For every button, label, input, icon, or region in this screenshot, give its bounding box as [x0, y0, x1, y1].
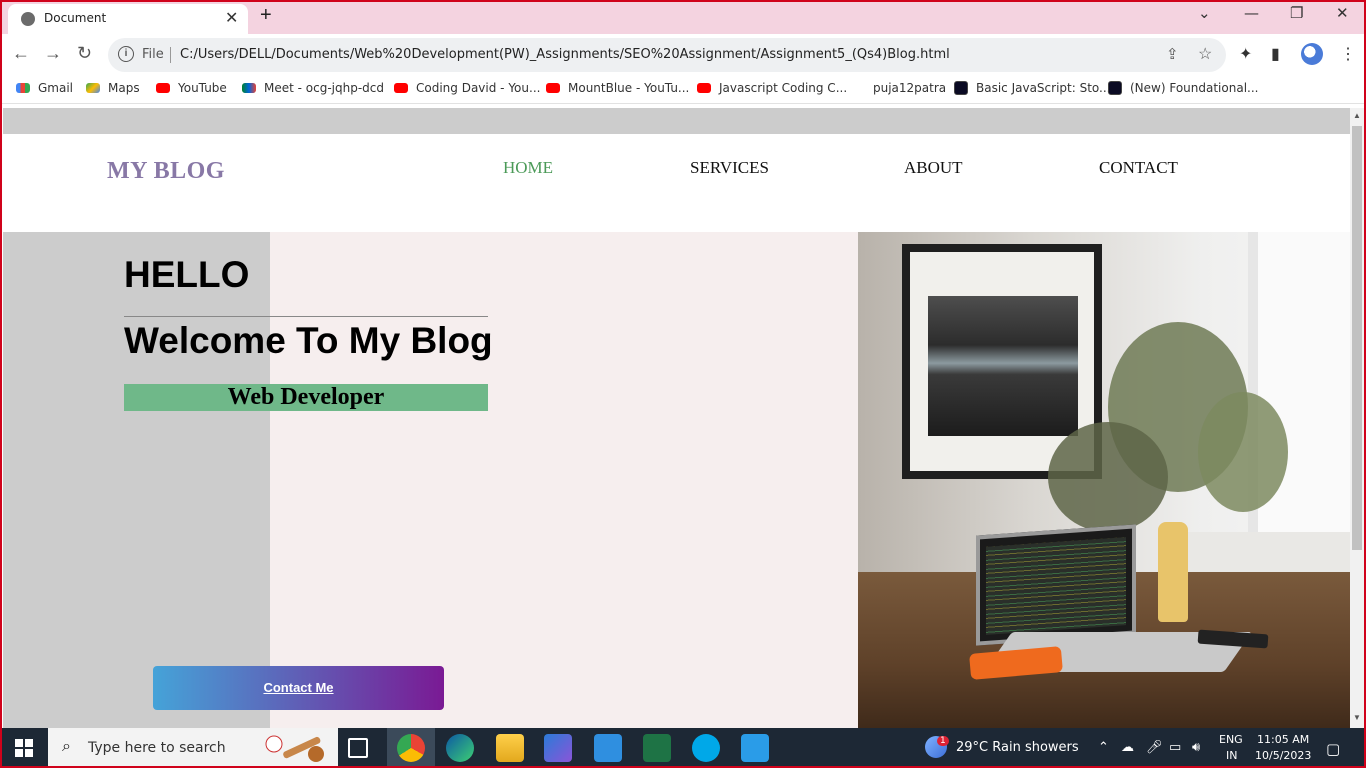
- taskbar: ⌕ Type here to search 1 29°C Rain shower…: [0, 728, 1366, 768]
- excel-icon[interactable]: [643, 734, 671, 762]
- bookmark-youtube[interactable]: YouTube: [156, 81, 227, 95]
- search-placeholder: Type here to search: [88, 740, 226, 756]
- top-band: [3, 108, 1350, 134]
- bookmark-mountblue[interactable]: MountBlue - YouTu...: [546, 81, 689, 95]
- nav-contact[interactable]: CONTACT: [1099, 158, 1178, 178]
- mail-icon[interactable]: [594, 734, 622, 762]
- back-icon[interactable]: ←: [12, 43, 30, 64]
- tab-search-chevron-icon[interactable]: ⌄: [1198, 4, 1211, 22]
- notifications-icon[interactable]: ▢: [1326, 740, 1340, 758]
- new-tab-icon[interactable]: +: [260, 4, 272, 27]
- hero-greeting: HELLO: [124, 254, 250, 295]
- address-bar[interactable]: i File C:/Users/DELL/Documents/Web%20Dev…: [108, 38, 1226, 72]
- baseball-bat-icon: [265, 735, 324, 762]
- hero-photo: [858, 232, 1350, 728]
- bookmark-basic-javascript[interactable]: Basic JavaScript: Sto...: [954, 81, 1111, 95]
- reload-icon[interactable]: ↻: [77, 43, 92, 64]
- minimize-icon[interactable]: —: [1244, 4, 1259, 22]
- tray-chevron-icon[interactable]: ⌃: [1098, 740, 1109, 755]
- photo-bottle: [1158, 522, 1188, 622]
- photo-seascape: [928, 296, 1078, 436]
- site-info-icon[interactable]: i: [118, 46, 134, 62]
- youtube-icon: [546, 83, 560, 93]
- bookmark-foundational[interactable]: (New) Foundational...: [1108, 81, 1258, 95]
- restore-icon[interactable]: ❐: [1290, 4, 1303, 22]
- tab-strip: Document ✕ + ⌄ — ❐ ✕: [0, 0, 1366, 34]
- tab-title: Document: [44, 11, 107, 25]
- battery-icon[interactable]: ▭: [1169, 740, 1181, 755]
- bookmarks-bar: Gmail Maps YouTube Meet - ocg-jqhp-dcd C…: [0, 76, 1366, 104]
- side-panel-icon[interactable]: ▮: [1271, 44, 1280, 64]
- scrollbar-thumb[interactable]: [1352, 126, 1362, 550]
- vscode-icon[interactable]: [741, 734, 769, 762]
- clock-date[interactable]: 10/5/2023: [1255, 749, 1311, 762]
- hero-role-banner: Web Developer: [124, 384, 488, 411]
- freecodecamp-icon: [1108, 81, 1122, 95]
- browser-toolbar: ← → ↻ i File C:/Users/DELL/Documents/Web…: [0, 34, 1366, 76]
- tab-document[interactable]: Document ✕: [8, 4, 248, 34]
- address-separator: [170, 47, 171, 63]
- youtube-icon: [156, 83, 170, 93]
- weather-badge: 1: [937, 736, 949, 746]
- language-top[interactable]: ENG: [1219, 733, 1243, 746]
- youtube-icon: [697, 83, 711, 93]
- bookmark-javascript-coding[interactable]: Javascript Coding C...: [697, 81, 847, 95]
- scroll-down-icon[interactable]: ▼: [1353, 713, 1361, 722]
- menu-icon[interactable]: ⋮: [1340, 44, 1356, 64]
- weather-text[interactable]: 29°C Rain showers: [956, 740, 1079, 755]
- site-logo[interactable]: MY BLOG: [107, 158, 225, 185]
- nav-services[interactable]: SERVICES: [690, 158, 769, 178]
- chrome-icon[interactable]: [397, 734, 425, 762]
- photo-plant: [1048, 422, 1168, 532]
- youtube-icon: [394, 83, 408, 93]
- microphone-icon[interactable]: 🎤︎: [1146, 740, 1163, 755]
- language-bottom[interactable]: IN: [1226, 749, 1237, 762]
- bookmark-star-icon[interactable]: ☆: [1198, 44, 1212, 64]
- hero-section: HELLO Welcome To My Blog Web Developer C…: [3, 232, 858, 728]
- share-icon[interactable]: ⇪: [1166, 45, 1179, 63]
- nav-about[interactable]: ABOUT: [904, 158, 963, 178]
- maps-icon: [86, 83, 100, 93]
- gmail-icon: [16, 83, 30, 93]
- onedrive-icon[interactable]: ☁: [1121, 740, 1134, 755]
- forward-icon[interactable]: →: [44, 43, 62, 64]
- skype-icon[interactable]: [692, 734, 720, 762]
- profile-avatar[interactable]: [1301, 43, 1323, 65]
- task-view-icon[interactable]: [348, 738, 368, 758]
- volume-icon[interactable]: 🔊︎: [1192, 740, 1200, 755]
- clock-time[interactable]: 11:05 AM: [1257, 733, 1309, 746]
- photo-laptop-screen: [976, 524, 1136, 646]
- page-scrollbar[interactable]: ▲ ▼: [1350, 108, 1364, 728]
- hero-divider: [124, 316, 488, 317]
- close-window-icon[interactable]: ✕: [1336, 4, 1349, 22]
- photo-plant: [1198, 392, 1288, 512]
- freecodecamp-icon: [954, 81, 968, 95]
- file-explorer-icon[interactable]: [496, 734, 524, 762]
- close-tab-icon[interactable]: ✕: [225, 8, 238, 28]
- page-viewport: MY BLOG HOME SERVICES ABOUT CONTACT HELL…: [3, 108, 1350, 728]
- bookmark-gmail[interactable]: Gmail: [16, 81, 73, 95]
- store-icon[interactable]: [544, 734, 572, 762]
- url-text[interactable]: C:/Users/DELL/Documents/Web%20Developmen…: [180, 47, 950, 62]
- hero-gray-panel: [3, 232, 270, 728]
- hero-headline: Welcome To My Blog: [124, 320, 493, 361]
- contact-me-button[interactable]: Contact Me: [153, 666, 444, 710]
- bookmark-puja12patra[interactable]: puja12patra: [873, 81, 946, 95]
- edge-icon[interactable]: [446, 734, 474, 762]
- meet-icon: [242, 83, 256, 93]
- globe-icon: [21, 12, 35, 26]
- extensions-icon[interactable]: ✦: [1239, 44, 1252, 64]
- nav-home[interactable]: HOME: [503, 158, 553, 178]
- bookmark-meet[interactable]: Meet - ocg-jqhp-dcd: [242, 81, 384, 95]
- bookmark-coding-david[interactable]: Coding David - You...: [394, 81, 540, 95]
- scroll-up-icon[interactable]: ▲: [1353, 111, 1361, 120]
- taskbar-search[interactable]: ⌕ Type here to search: [48, 728, 338, 768]
- windows-start-icon[interactable]: [15, 739, 33, 757]
- file-label: File: [142, 47, 164, 62]
- search-icon: ⌕: [62, 738, 71, 755]
- bookmark-maps[interactable]: Maps: [86, 81, 140, 95]
